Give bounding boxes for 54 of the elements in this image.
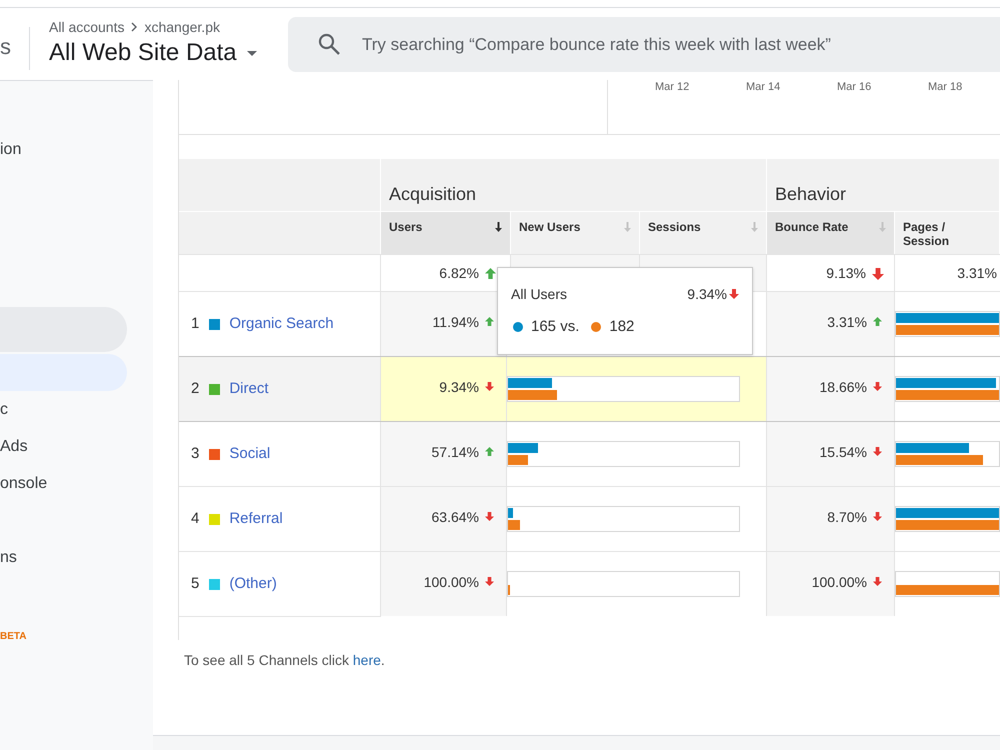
breadcrumb-link[interactable]: xchanger.pk — [144, 18, 220, 36]
chevron-right-icon — [131, 22, 138, 32]
column-header[interactable]: Pages / Session — [895, 212, 1000, 254]
column-header[interactable]: Bounce Rate — [767, 212, 895, 254]
column-group-header: Behavior — [767, 159, 1000, 211]
metric-value: 6.82% — [439, 264, 479, 282]
metric-value: 8.70% — [827, 508, 867, 526]
channel-link[interactable]: Social — [229, 445, 270, 463]
channel-link[interactable]: Direct — [229, 380, 269, 398]
metric-value: 15.54% — [820, 443, 867, 461]
here-link[interactable]: here — [352, 652, 381, 668]
metric-value: 100.00% — [424, 573, 479, 591]
column-header[interactable]: New Users — [511, 212, 640, 254]
metric-value: 18.66% — [820, 378, 867, 396]
axis-label: Mar 12 — [655, 81, 690, 94]
footer-note: To see all 5 Channels click here. — [183, 651, 385, 670]
metric-value: 3.31% — [957, 264, 997, 282]
row-number: 2 — [191, 380, 200, 398]
axis-label: Mar 14 — [746, 81, 780, 94]
metric-value: 63.64% — [432, 508, 479, 526]
metric-value: 9.34% — [439, 378, 479, 396]
metric-value: 100.00% — [812, 573, 867, 591]
view-selector[interactable]: All Web Site Data — [49, 38, 257, 68]
row-number: 4 — [191, 510, 200, 528]
metric-value: 3.31% — [827, 313, 867, 331]
nav-item[interactable]: ns — [0, 539, 17, 576]
axis-label: Mar 16 — [837, 81, 872, 94]
breadcrumb-link[interactable]: All accounts — [49, 18, 124, 36]
metric-value: 57.14% — [432, 443, 479, 461]
search-icon — [318, 33, 340, 55]
search-field[interactable]: Try searching “Compare bounce rate this week with last week” — [288, 17, 1000, 72]
row-number: 3 — [191, 445, 200, 463]
legend-label: 165 vs. — [531, 318, 580, 336]
tooltip-title: All Users — [511, 285, 568, 303]
metric-value: 11.94% — [432, 313, 479, 331]
column-header[interactable]: Users — [381, 212, 511, 254]
app-title: s — [0, 33, 11, 61]
channel-link[interactable]: Referral — [229, 510, 283, 528]
nav-item[interactable]: onsole — [0, 465, 48, 502]
nav-item[interactable]: ion — [0, 131, 22, 168]
column-group-header: Acquisition — [381, 159, 767, 211]
axis-label: Mar 18 — [928, 81, 962, 94]
legend-label: 182 — [609, 318, 634, 336]
tooltip-value: 9.34% — [687, 285, 727, 303]
caret-down-icon — [246, 50, 257, 56]
channel-link[interactable]: (Other) — [229, 575, 277, 593]
nav-item[interactable]: c — [0, 391, 8, 428]
nav-item[interactable]: Ads — [0, 428, 28, 465]
beta-label: BETA — [0, 631, 26, 643]
column-header[interactable]: Sessions — [640, 212, 767, 254]
channel-link[interactable]: Organic Search — [229, 315, 334, 333]
row-number: 1 — [191, 315, 200, 333]
metric-value: 9.13% — [826, 264, 866, 282]
row-number: 5 — [191, 575, 200, 593]
